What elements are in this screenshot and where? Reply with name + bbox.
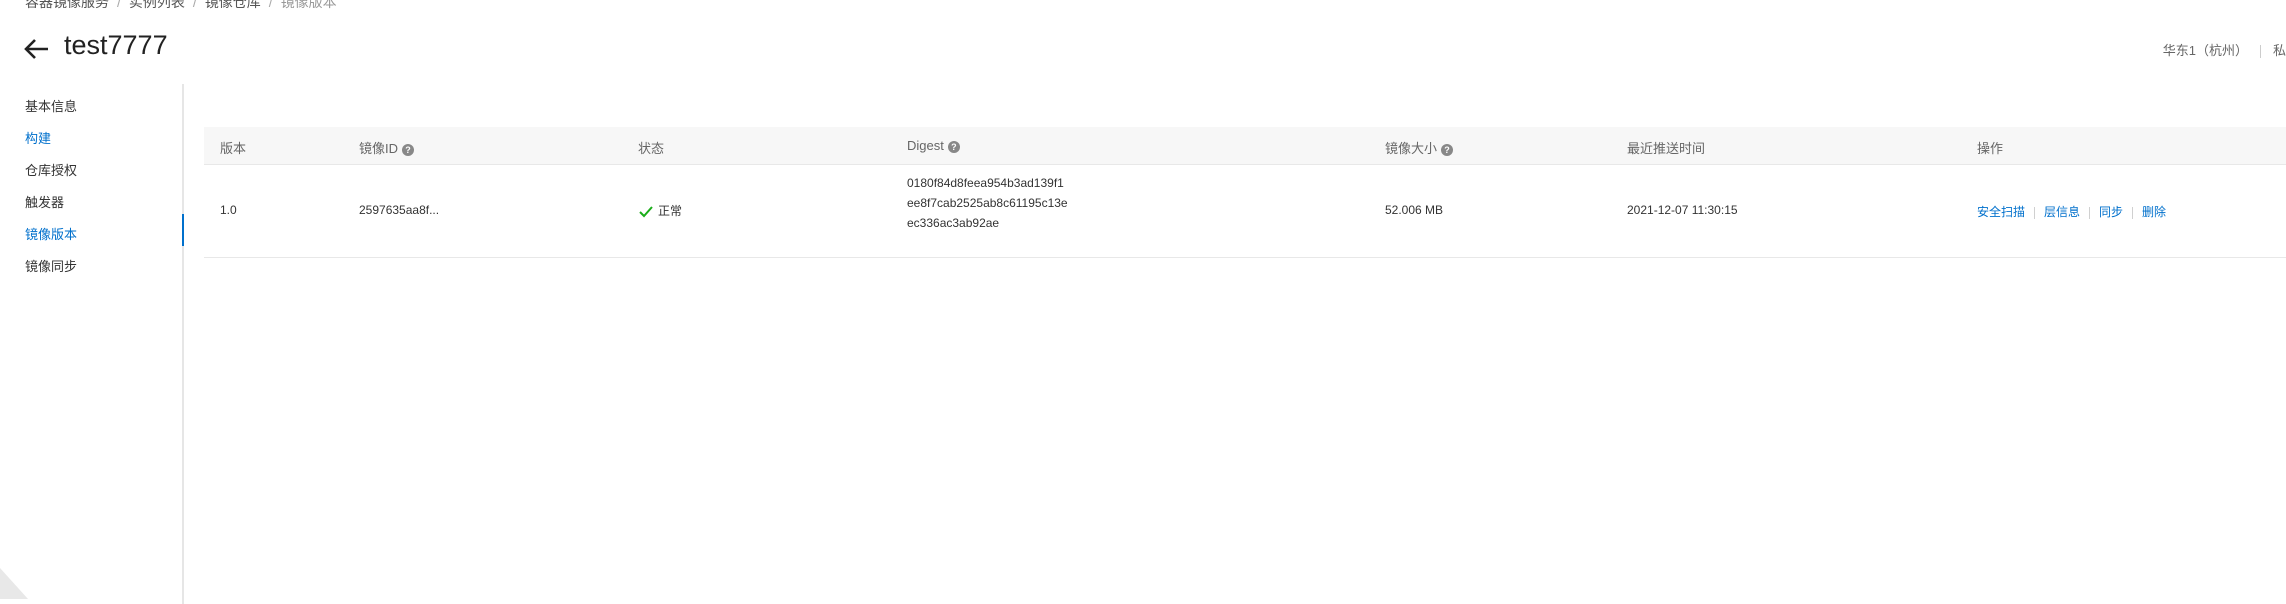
column-header-size: 镜像大小? — [1385, 138, 1454, 157]
column-header-digest-label: Digest — [907, 138, 944, 153]
corner-decoration — [0, 568, 28, 599]
delete-link[interactable]: 删除 — [2142, 205, 2166, 219]
question-circle-icon[interactable]: ? — [1441, 143, 1454, 156]
column-header-version: 版本 — [220, 141, 247, 156]
header-extra[interactable]: 私 — [2273, 43, 2286, 58]
sidebar-divider — [182, 84, 184, 604]
column-header-image-id-label: 镜像ID — [359, 141, 399, 156]
sidebar-item-image-versions[interactable]: 镜像版本 — [25, 224, 77, 243]
breadcrumb-item-instances[interactable]: 实例列表 — [129, 0, 185, 10]
breadcrumb: 容器镜像服务 / 实例列表 / 镜像仓库 / 镜像版本 — [25, 0, 337, 12]
column-header-image-id: 镜像ID? — [359, 138, 415, 157]
cell-pushed-at: 2021-12-07 11:30:15 — [1627, 203, 1738, 217]
sidebar-item-build[interactable]: 构建 — [25, 128, 51, 147]
digest-line: ee8f7cab2525ab8c61195c13e — [907, 196, 1068, 210]
breadcrumb-item-service[interactable]: 容器镜像服务 — [25, 0, 109, 10]
column-header-digest: Digest? — [907, 138, 960, 153]
layer-info-link[interactable]: 层信息 — [2044, 205, 2080, 219]
sidebar-item-basic-info[interactable]: 基本信息 — [25, 96, 77, 115]
column-header-pushed-at: 最近推送时间 — [1627, 141, 1706, 156]
check-icon — [639, 206, 653, 218]
header-right: 华东1（杭州） 私 — [2163, 40, 2286, 59]
cell-image-id: 2597635aa8f... — [359, 203, 440, 217]
action-separator — [2034, 206, 2036, 219]
region-selector[interactable]: 华东1（杭州） — [2163, 43, 2248, 58]
cell-status: 正常 — [638, 202, 682, 219]
cell-digest: 0180f84d8feea954b3ad139f1 ee8f7cab2525ab… — [907, 173, 1068, 233]
breadcrumb-separator: / — [117, 0, 121, 10]
question-circle-icon[interactable]: ? — [947, 140, 960, 153]
breadcrumb-separator: / — [192, 0, 197, 10]
action-separator — [2132, 206, 2134, 219]
table-header: 版本 镜像ID? 状态 Digest? 镜像大小? 最近推送时间 操作 — [204, 127, 2286, 165]
breadcrumb-item-current: 镜像版本 — [280, 0, 337, 10]
question-circle-icon[interactable]: ? — [402, 143, 415, 156]
column-header-actions: 操作 — [1977, 141, 2004, 156]
sidebar-item-image-sync[interactable]: 镜像同步 — [25, 256, 77, 275]
sync-link[interactable]: 同步 — [2099, 205, 2123, 219]
page-title: test7777 — [64, 30, 168, 60]
column-header-size-label: 镜像大小 — [1385, 141, 1438, 156]
breadcrumb-item-repositories[interactable]: 镜像仓库 — [205, 0, 261, 10]
sidebar-item-repo-auth[interactable]: 仓库授权 — [25, 160, 77, 179]
digest-line: ec336ac3ab92ae — [907, 216, 1000, 230]
column-header-status: 状态 — [638, 141, 665, 156]
cell-size: 52.006 MB — [1385, 203, 1444, 217]
sidebar-item-triggers[interactable]: 触发器 — [25, 192, 64, 211]
table-row: 1.0 2597635aa8f... 正常 0180f84d8feea954b3… — [204, 165, 2286, 258]
digest-line: 0180f84d8feea954b3ad139f1 — [907, 176, 1064, 190]
arrow-left-icon — [24, 39, 48, 59]
back-button[interactable] — [22, 34, 52, 64]
security-scan-link[interactable]: 安全扫描 — [1977, 205, 2025, 219]
status-text: 正常 — [658, 204, 683, 218]
breadcrumb-separator: / — [268, 0, 273, 10]
sidebar-active-indicator — [182, 214, 184, 246]
action-separator — [2089, 206, 2091, 219]
header-divider — [2259, 45, 2261, 59]
cell-actions: 安全扫描 层信息 同步 删除 — [1977, 203, 2166, 220]
cell-version: 1.0 — [220, 203, 237, 217]
